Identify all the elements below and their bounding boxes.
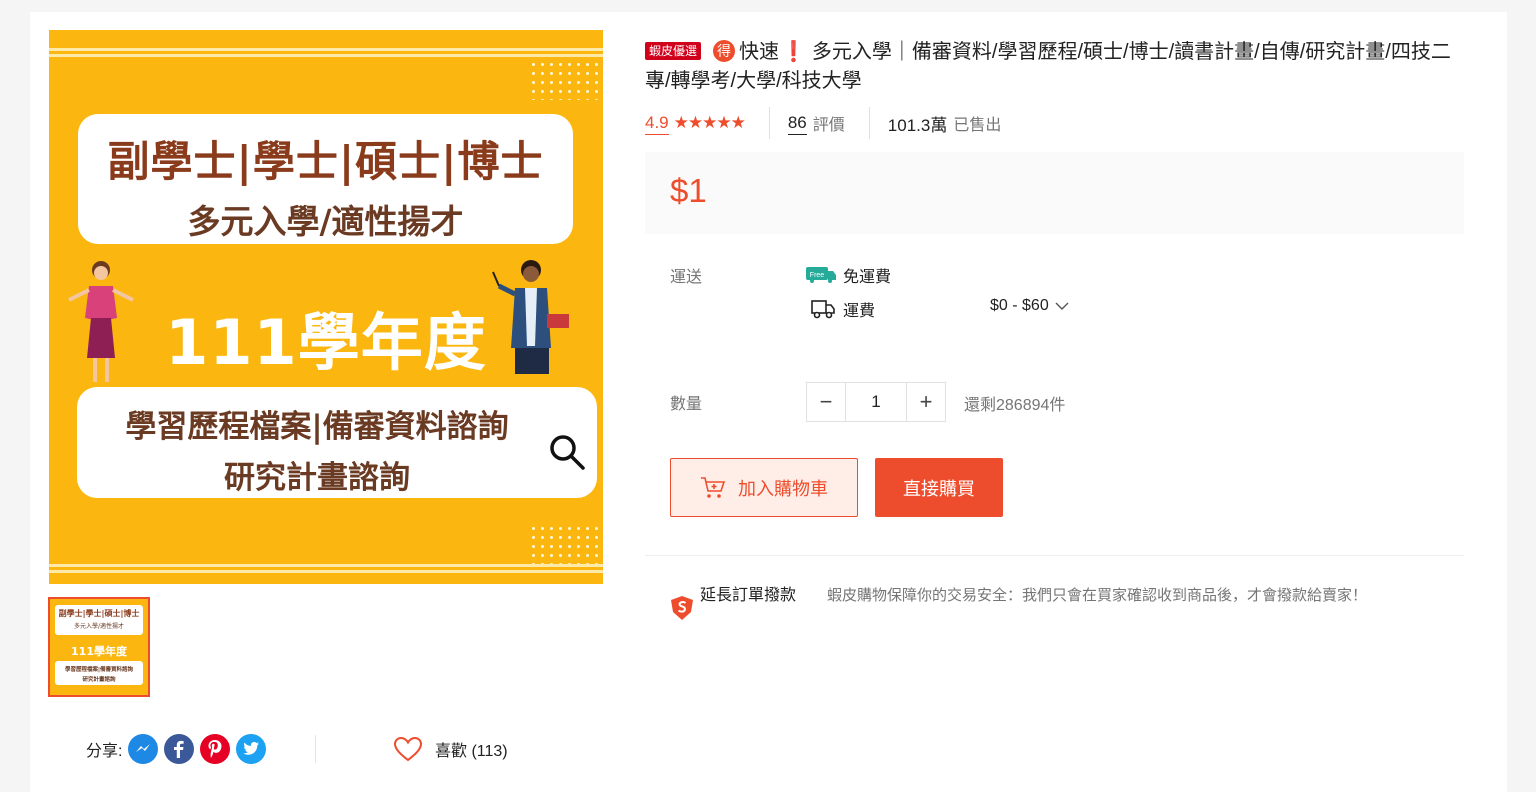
guarantee-text: 蝦皮購物保障你的交易安全：我們只會在買家確認收到商品後，才會撥款給賣家！ [827, 587, 1368, 604]
product-thumbnail[interactable]: 副學士|學士|碩士|博士 多元入學/適性揚才 111學年度 學習歷程檔案|備審資… [48, 597, 150, 697]
de-icon: 得 [713, 40, 736, 62]
thumb-line2: 多元入學/適性揚才 [73, 623, 125, 630]
cart-icon [701, 476, 726, 498]
thumb-line4: 研究計畫諮詢 [82, 677, 116, 683]
image-line3: 學習歷程檔案|備審資料諮詢 [125, 409, 509, 445]
share-divider [315, 735, 316, 763]
star-rating-icon: ★★★★★ [673, 113, 746, 132]
free-shipping-text: 免運費 [843, 269, 892, 286]
thumb-year: 111學年度 [71, 645, 127, 658]
shipping-label: 運送 [670, 269, 703, 286]
image-service-banner: 學習歷程檔案|備審資料諮詢 研究計畫諮詢 [77, 387, 597, 498]
stats-divider [868, 107, 870, 139]
quantity-input[interactable]: 1 [845, 383, 907, 421]
stats-divider [768, 107, 770, 139]
quantity-increase-button[interactable]: + [907, 383, 945, 421]
share-label: 分享: [86, 743, 123, 760]
guarantee-title[interactable]: 延長訂單撥款 [700, 586, 800, 606]
add-to-cart-button[interactable]: 加入購物車 [670, 458, 858, 517]
svg-text:Free: Free [810, 272, 825, 279]
preferred-badge: 蝦皮優選 [645, 42, 702, 60]
exclamation-icon: ❗ [781, 41, 806, 63]
product-title: 蝦皮優選得快速 ❗ 多元入學｜備審資料/學習歷程/碩士/博士/讀書計畫/自傳/研究計… [645, 38, 1465, 96]
shipping-fee-label: 運費 [843, 303, 876, 320]
quantity-label: 數量 [670, 396, 703, 413]
sold-count: 101.3萬 [887, 115, 948, 135]
price-section: $1 [645, 152, 1464, 234]
review-count[interactable]: 86 [787, 112, 807, 135]
chevron-down-icon [1055, 302, 1069, 310]
like-button[interactable]: 喜歡 (113) [393, 734, 508, 764]
free-shipping-icon: Free [806, 267, 836, 283]
thumb-banner-1: 副學士|學士|碩士|博士 多元入學/適性揚才 [55, 605, 143, 635]
shopee-guarantee-icon [671, 596, 693, 620]
share-bar: 分享: [86, 734, 272, 764]
heart-icon [393, 736, 423, 762]
section-divider [645, 555, 1464, 556]
magnifier-icon [550, 435, 585, 470]
rating-value[interactable]: 4.9 [645, 112, 669, 135]
like-label: 喜歡 (113) [435, 743, 508, 760]
shipping-fee-range: $0 - $60 [990, 297, 1049, 314]
quantity-decrease-button[interactable]: − [807, 383, 845, 421]
truck-icon [811, 300, 835, 319]
image-degree-banner: 副學士|學士|碩士|博士 多元入學/適性揚才 [78, 114, 573, 244]
main-product-image[interactable]: 副學士|學士|碩士|博士 多元入學/適性揚才 111學年度 學習歷程檔案|備審資… [49, 30, 603, 584]
quantity-stepper: − 1 + [806, 382, 946, 422]
image-line4: 研究計畫諮詢 [224, 460, 410, 496]
facebook-icon[interactable] [164, 734, 195, 764]
messenger-icon[interactable] [128, 734, 159, 764]
buy-now-button[interactable]: 直接購買 [875, 458, 1003, 517]
add-to-cart-label: 加入購物車 [738, 478, 828, 499]
thumb-banner-2: 學習歷程檔案|備審資料諮詢 研究計畫諮詢 [55, 661, 143, 685]
stock-remaining: 還剩286894件 [964, 397, 1066, 414]
sold-label: 已售出 [953, 117, 1002, 134]
product-price: $1 [670, 172, 707, 209]
man-figure-icon [492, 260, 569, 374]
title-prefix: 快速 [739, 41, 780, 63]
twitter-icon[interactable] [236, 734, 267, 764]
image-line2: 多元入學/適性揚才 [187, 202, 464, 241]
pinterest-icon[interactable] [200, 734, 231, 764]
product-stats: 4.9 ★★★★★ 86 評價 101.3萬 已售出 [645, 107, 1002, 139]
review-label: 評價 [812, 117, 845, 134]
thumb-line1: 副學士|學士|碩士|博士 [58, 609, 140, 618]
shipping-fee-dropdown[interactable]: $0 - $60 [990, 297, 1069, 315]
image-line1: 副學士|學士|碩士|博士 [107, 137, 544, 186]
thumb-line3: 學習歷程檔案|備審資料諮詢 [64, 667, 133, 673]
